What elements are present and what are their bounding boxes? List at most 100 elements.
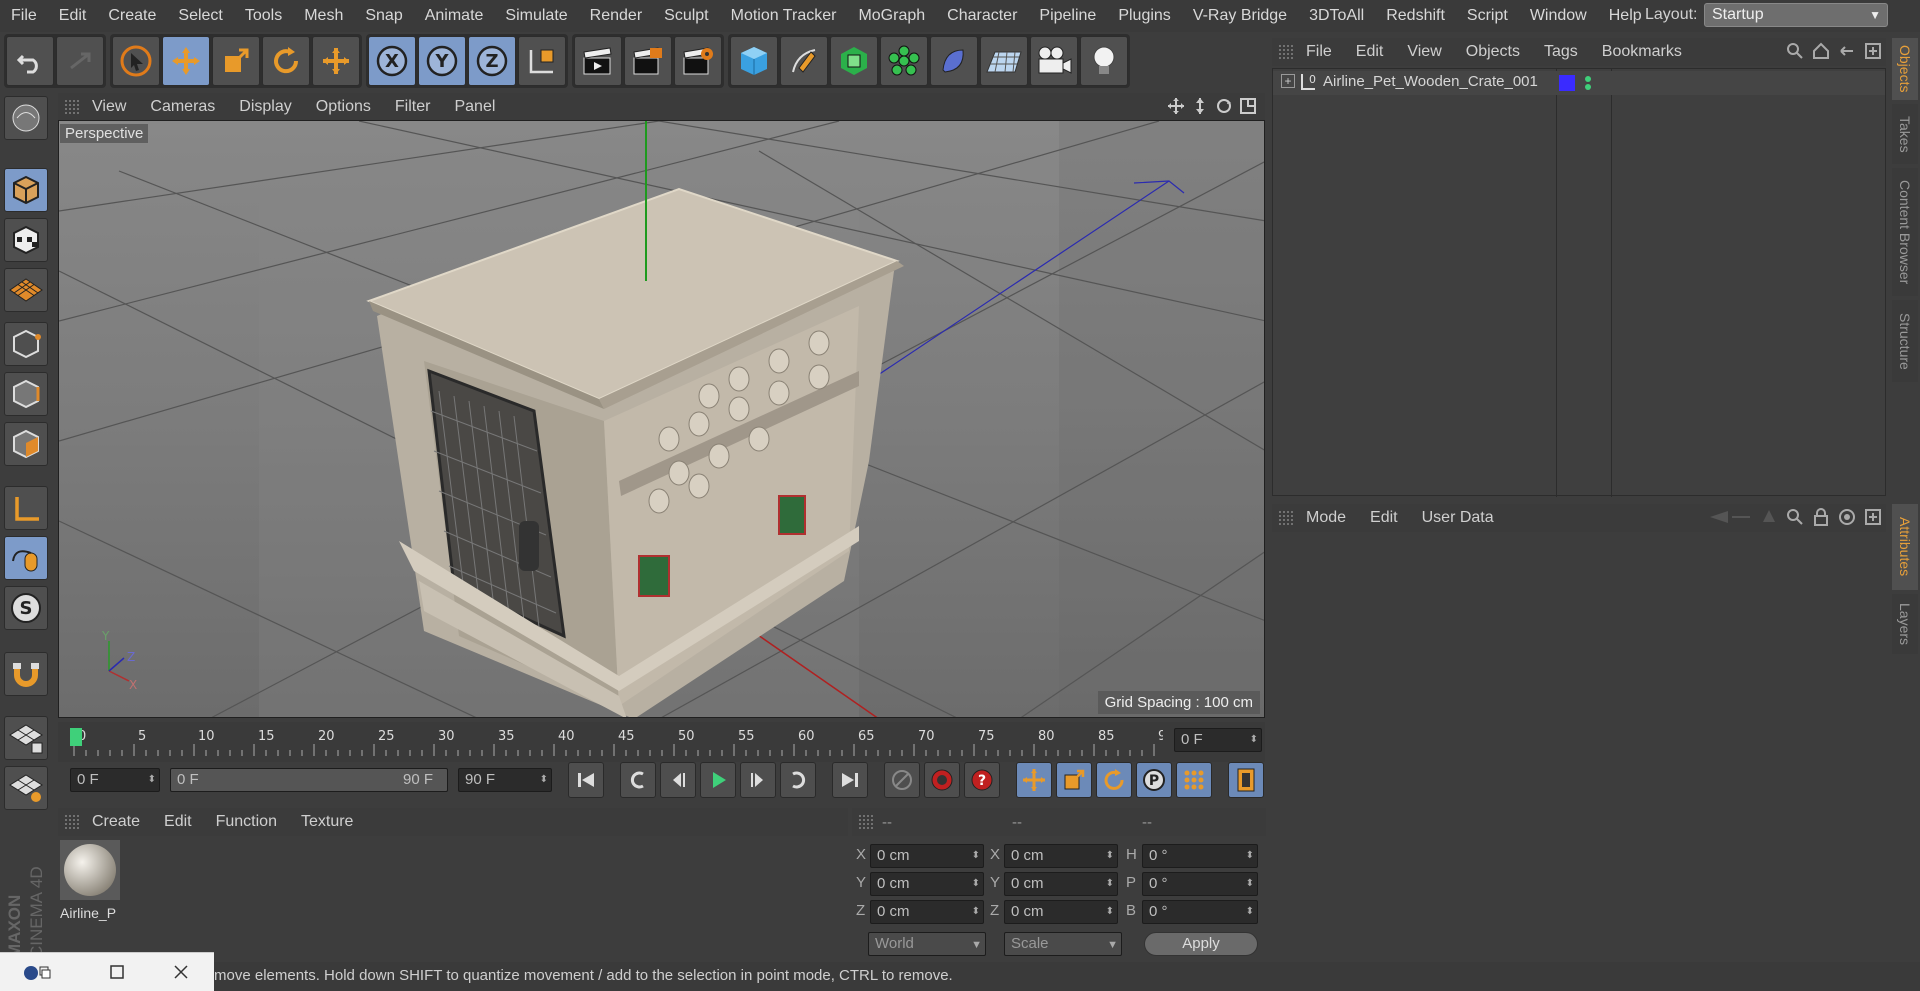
material-menu-edit[interactable]: Edit bbox=[152, 813, 204, 831]
y-axis-button[interactable]: Y bbox=[418, 36, 466, 86]
menu-mograph[interactable]: MoGraph bbox=[847, 0, 936, 32]
select-tool-button[interactable] bbox=[112, 36, 160, 86]
tab-structure[interactable]: Structure bbox=[1892, 300, 1918, 382]
solo-button[interactable]: S bbox=[4, 586, 48, 630]
menu-character[interactable]: Character bbox=[936, 0, 1028, 32]
pos-x-field[interactable]: 0 cm ⬍ bbox=[870, 844, 984, 868]
objects-menu-bookmarks[interactable]: Bookmarks bbox=[1590, 43, 1694, 61]
menu-window[interactable]: Window bbox=[1519, 0, 1598, 32]
autokey-help-button[interactable]: ? bbox=[964, 762, 1000, 798]
pos-y-field[interactable]: 0 cm ⬍ bbox=[870, 872, 984, 896]
pos-z-field[interactable]: 0 cm ⬍ bbox=[870, 900, 984, 924]
frame-range-slider[interactable]: 0 F 90 F bbox=[170, 768, 448, 792]
edges-mode-button[interactable] bbox=[4, 372, 48, 416]
object-row[interactable]: + 0 Airline_Pet_Wooden_Crate_001 bbox=[1273, 71, 1885, 95]
undo-button[interactable] bbox=[6, 36, 54, 86]
close-icon[interactable] bbox=[172, 963, 190, 985]
perspective-viewport[interactable]: Y Z X Perspective Grid Spacing : 100 cm bbox=[58, 120, 1265, 718]
zoom-icon[interactable] bbox=[1191, 97, 1209, 115]
menu-create[interactable]: Create bbox=[97, 0, 167, 32]
tweak-mode-button[interactable] bbox=[4, 536, 48, 580]
play-button[interactable] bbox=[700, 762, 736, 798]
coordinate-system-button[interactable] bbox=[518, 36, 566, 86]
menu-mesh[interactable]: Mesh bbox=[293, 0, 354, 32]
texture-mode-button[interactable] bbox=[4, 218, 48, 262]
rot-h-field[interactable]: 0 ° ⬍ bbox=[1142, 844, 1258, 868]
model-mode-button[interactable] bbox=[4, 168, 48, 212]
coord-system-select[interactable]: World ▼ bbox=[868, 932, 986, 956]
rotate-tool-button[interactable] bbox=[262, 36, 310, 86]
next-frame-button[interactable] bbox=[740, 762, 776, 798]
pan-icon[interactable] bbox=[1167, 97, 1185, 115]
tab-takes[interactable]: Takes bbox=[1892, 104, 1918, 164]
objects-menu-edit[interactable]: Edit bbox=[1344, 43, 1396, 61]
size-x-field[interactable]: 0 cm ⬍ bbox=[1004, 844, 1118, 868]
key-position-button[interactable] bbox=[1016, 762, 1052, 798]
layer-color-swatch[interactable] bbox=[1559, 75, 1575, 91]
playhead-marker[interactable] bbox=[70, 728, 82, 746]
viewport-menu-filter[interactable]: Filter bbox=[383, 98, 443, 116]
menu-render[interactable]: Render bbox=[579, 0, 653, 32]
end-frame-field[interactable]: 90 F ⬍ bbox=[458, 768, 552, 792]
new-panel-icon[interactable] bbox=[1864, 42, 1882, 60]
menu-script[interactable]: Script bbox=[1456, 0, 1519, 32]
camera-button[interactable] bbox=[1030, 36, 1078, 86]
app-switcher-icon[interactable] bbox=[22, 963, 52, 987]
viewport-menu-panel[interactable]: Panel bbox=[442, 98, 507, 116]
menu-plugins[interactable]: Plugins bbox=[1107, 0, 1181, 32]
material-swatch[interactable]: Airline_P bbox=[60, 840, 122, 921]
subdivision-button[interactable] bbox=[830, 36, 878, 86]
light-button[interactable] bbox=[1080, 36, 1128, 86]
layout-select[interactable]: Startup ▼ bbox=[1704, 3, 1888, 27]
redo-button[interactable] bbox=[56, 36, 104, 86]
cube-object-button[interactable] bbox=[730, 36, 778, 86]
x-axis-button[interactable]: X bbox=[368, 36, 416, 86]
target-icon[interactable] bbox=[1838, 508, 1856, 526]
prev-frame-button[interactable] bbox=[660, 762, 696, 798]
timeline-ruler[interactable]: 051015202530354045505560657075808590 0 F… bbox=[58, 722, 1265, 762]
objects-menu-objects[interactable]: Objects bbox=[1454, 43, 1532, 61]
search-icon[interactable] bbox=[1786, 42, 1804, 60]
live-select-button[interactable] bbox=[312, 36, 360, 86]
workplane-mode-button[interactable] bbox=[4, 766, 48, 810]
menu-file[interactable]: File bbox=[0, 0, 48, 32]
viewport-menu-view[interactable]: View bbox=[80, 98, 138, 116]
link-icon[interactable] bbox=[1838, 42, 1856, 60]
material-menu-function[interactable]: Function bbox=[204, 813, 289, 831]
back-arrow-icon[interactable] bbox=[1708, 508, 1752, 526]
snap-button[interactable] bbox=[4, 652, 48, 696]
tab-content-browser[interactable]: Content Browser bbox=[1892, 168, 1918, 296]
menu-3dtoall[interactable]: 3DToAll bbox=[1298, 0, 1375, 32]
menu-redshift[interactable]: Redshift bbox=[1375, 0, 1456, 32]
scale-tool-button[interactable] bbox=[212, 36, 260, 86]
orbit-icon[interactable] bbox=[1215, 97, 1233, 115]
start-frame-field[interactable]: 0 F ⬍ bbox=[70, 768, 160, 792]
axis-mode-button[interactable] bbox=[4, 486, 48, 530]
polygons-mode-button[interactable] bbox=[4, 422, 48, 466]
z-axis-button[interactable]: Z bbox=[468, 36, 516, 86]
render-picture-viewer-button[interactable] bbox=[624, 36, 672, 86]
objects-menu-view[interactable]: View bbox=[1395, 43, 1453, 61]
expand-icon[interactable]: + bbox=[1281, 74, 1295, 88]
move-tool-button[interactable] bbox=[162, 36, 210, 86]
workplane-lock-button[interactable] bbox=[4, 716, 48, 760]
menu-animate[interactable]: Animate bbox=[414, 0, 495, 32]
objects-menu-tags[interactable]: Tags bbox=[1532, 43, 1590, 61]
material-menu-create[interactable]: Create bbox=[80, 813, 152, 831]
pen-spline-button[interactable] bbox=[780, 36, 828, 86]
rot-p-field[interactable]: 0 ° ⬍ bbox=[1142, 872, 1258, 896]
render-view-button[interactable] bbox=[574, 36, 622, 86]
key-rotation-button[interactable] bbox=[1096, 762, 1132, 798]
lock-icon[interactable] bbox=[1812, 508, 1830, 526]
objects-menu-file[interactable]: File bbox=[1294, 43, 1344, 61]
maximize-icon[interactable] bbox=[108, 963, 126, 985]
tab-attributes[interactable]: Attributes bbox=[1892, 504, 1918, 590]
material-menu-texture[interactable]: Texture bbox=[289, 813, 365, 831]
goto-end-button[interactable] bbox=[832, 762, 868, 798]
goto-start-button[interactable] bbox=[568, 762, 604, 798]
menu-edit[interactable]: Edit bbox=[48, 0, 98, 32]
floor-button[interactable] bbox=[980, 36, 1028, 86]
tab-objects[interactable]: Objects bbox=[1892, 38, 1918, 100]
key-parameter-button[interactable]: P bbox=[1136, 762, 1172, 798]
apply-button[interactable]: Apply bbox=[1144, 932, 1258, 956]
